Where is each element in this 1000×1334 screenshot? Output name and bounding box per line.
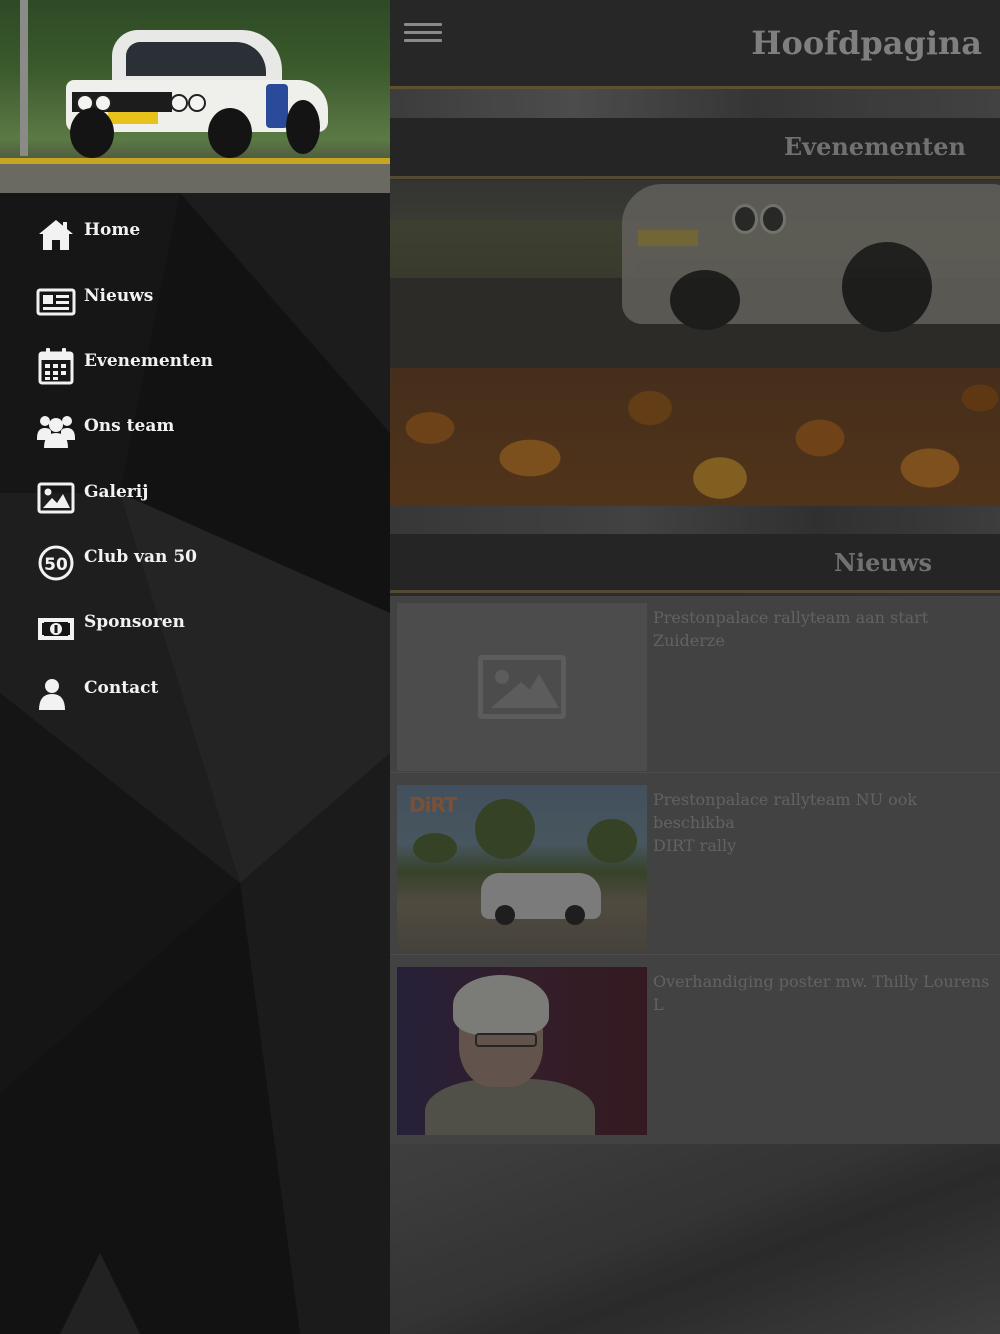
news-item[interactable]: DiRT Prestonpalace rallyteam NU ook besc… [390, 778, 1000, 955]
navigation-drawer: Home Nieuws Evenementen Ons team Galerij… [0, 0, 390, 1334]
home-icon [39, 220, 73, 250]
menu-item-galerij[interactable]: Galerij [0, 462, 390, 524]
news-item-title: Prestonpalace rallyteam aan start Zuider… [653, 608, 929, 650]
license-plate [108, 112, 158, 124]
menu-item-club-van-50[interactable]: 50 Club van 50 [0, 527, 390, 589]
menu-item-label: Sponsoren [84, 612, 185, 632]
page-title: Hoofdpagina [751, 24, 982, 62]
menu-item-label: Nieuws [84, 286, 154, 306]
news-item-title: Prestonpalace rallyteam NU ook beschikba… [653, 790, 918, 855]
club-50-icon: 50 [38, 545, 74, 581]
club-50-badge: 50 [44, 555, 68, 575]
banner-rally-car [622, 184, 1000, 332]
user-icon [39, 679, 65, 710]
menu-item-sponsoren[interactable]: Sponsoren [0, 592, 390, 654]
gallery-icon [37, 482, 75, 514]
placeholder-image-icon [397, 603, 647, 771]
calendar-icon [38, 348, 74, 385]
menu-item-label: Evenementen [84, 351, 214, 371]
rally-car [481, 873, 601, 925]
news-section-title: Nieuws [834, 548, 932, 577]
newspaper-icon [36, 288, 76, 316]
menu-item-home[interactable]: Home [0, 200, 390, 262]
menu-item-evenementen[interactable]: Evenementen [0, 331, 390, 393]
menu-item-ons-team[interactable]: Ons team [0, 396, 390, 458]
events-section-header[interactable]: Evenementen [390, 118, 1000, 179]
news-thumbnail-person [397, 967, 647, 1135]
news-list: Prestonpalace rallyteam aan start Zuider… [390, 596, 1000, 1144]
menu-item-nieuws[interactable]: Nieuws [0, 266, 390, 328]
money-icon [38, 618, 74, 640]
banner-autumn-leaves [390, 368, 1000, 506]
menu-item-label: Galerij [84, 482, 149, 502]
hamburger-icon[interactable] [404, 20, 442, 46]
menu-item-label: Contact [84, 678, 159, 698]
dirt-logo-icon: DiRT [409, 793, 458, 817]
rally-car [66, 30, 328, 158]
menu-item-contact[interactable]: Contact [0, 658, 390, 720]
team-icon [37, 416, 75, 448]
background-facet [390, 89, 1000, 118]
background-facet [390, 506, 1000, 534]
events-section-title: Evenementen [783, 132, 966, 161]
menu-item-label: Club van 50 [84, 547, 197, 567]
menu-item-label: Ons team [84, 416, 175, 436]
news-thumbnail-dirt-rally: DiRT [397, 785, 647, 953]
news-section-header[interactable]: Nieuws [390, 534, 1000, 593]
menu-item-label: Home [84, 220, 141, 240]
events-banner-image[interactable] [390, 180, 1000, 506]
news-item-title: Overhandiging poster mw. Thilly Lourens … [653, 972, 990, 1014]
news-item[interactable]: Overhandiging poster mw. Thilly Lourens … [390, 960, 1000, 1136]
news-item[interactable]: Prestonpalace rallyteam aan start Zuider… [390, 596, 1000, 773]
drawer-header-photo [0, 0, 390, 193]
background-facet [390, 1140, 1000, 1334]
